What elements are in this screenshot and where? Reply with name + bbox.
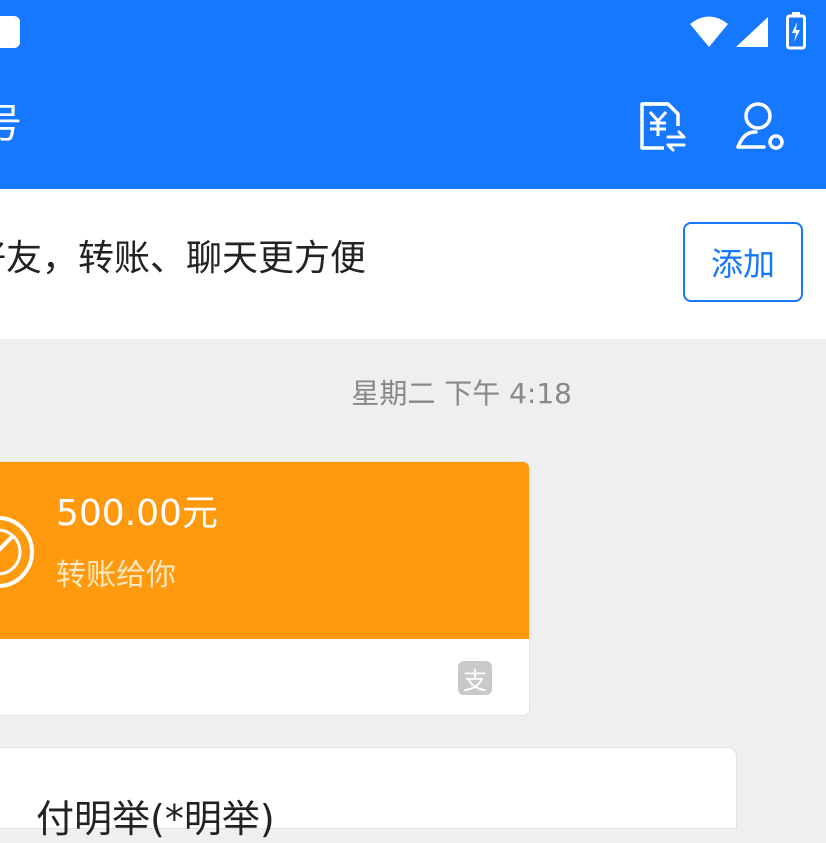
transfer-label: 转账给你 — [56, 558, 176, 593]
message-timestamp: 星期二 下午 4:18 — [351, 377, 572, 410]
add-friend-banner: 好友，转账、聊天更方便 添加 — [0, 189, 826, 339]
transfer-card-header: 500.00元 转账给你 — [0, 462, 529, 639]
transfer-message-card[interactable]: 500.00元 转账给你 支 — [0, 462, 529, 715]
yuan-circle-icon — [0, 516, 34, 588]
notification-icon — [0, 16, 20, 48]
wifi-icon — [690, 16, 728, 47]
next-message-text: 付明举(*明举) — [36, 797, 275, 841]
banner-text: 好友，转账、聊天更方便 — [0, 238, 367, 279]
add-button[interactable]: 添加 — [683, 222, 803, 302]
transfer-amount: 500.00元 — [56, 493, 218, 534]
alipay-icon: 支 — [458, 661, 492, 695]
signal-icon — [736, 17, 768, 47]
status-bar — [0, 0, 826, 64]
yuan-transfer-icon[interactable] — [634, 100, 688, 154]
next-message-card[interactable]: 付明举(*明举) — [0, 748, 736, 841]
battery-charging-icon — [786, 12, 806, 50]
title-bar: 号 — [0, 64, 826, 189]
person-settings-icon[interactable] — [734, 100, 788, 154]
chat-title: 号 — [0, 101, 22, 147]
transfer-card-footer: 支 — [0, 639, 529, 715]
